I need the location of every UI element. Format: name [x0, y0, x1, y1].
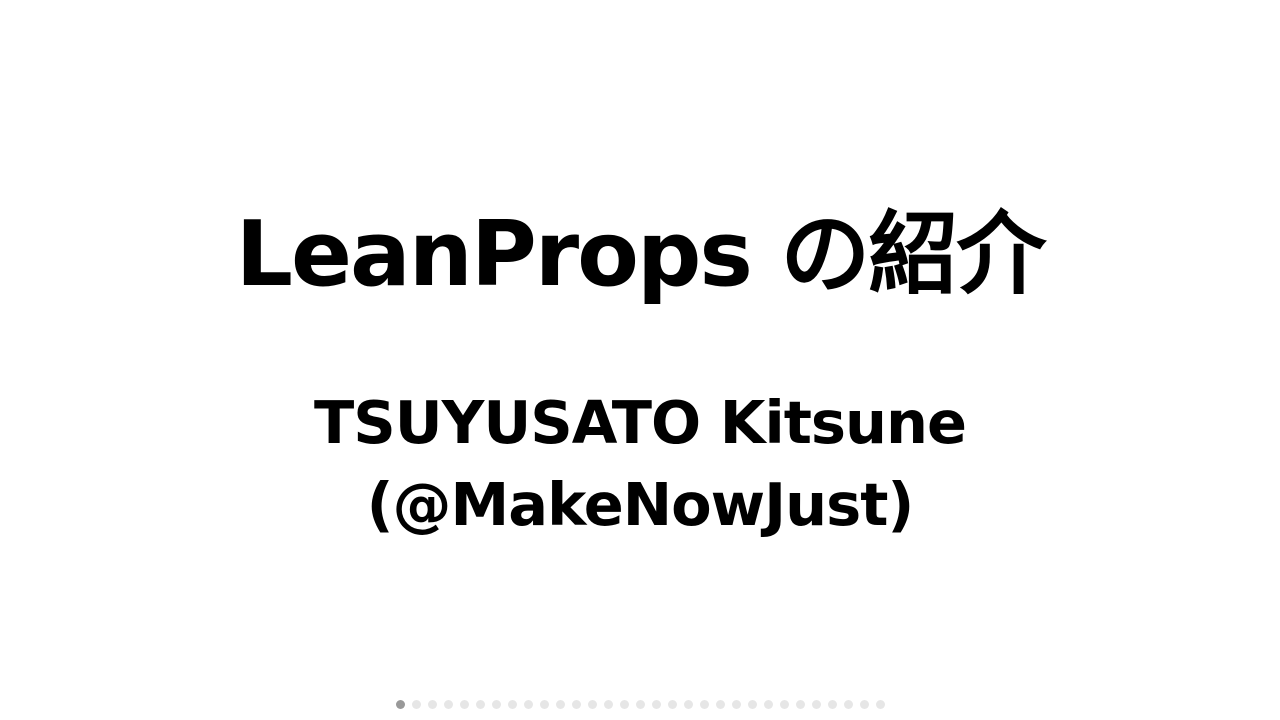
slide-dot[interactable] — [411, 699, 421, 709]
slide-dot[interactable] — [587, 699, 597, 709]
author-handle: (@MakeNowJust) — [366, 470, 915, 539]
slide-dot[interactable] — [635, 699, 645, 709]
slide-dot[interactable] — [843, 699, 853, 709]
slide-dot[interactable] — [571, 699, 581, 709]
slide-dot[interactable] — [459, 699, 469, 709]
slide-dot[interactable] — [651, 699, 661, 709]
author-block: TSUYUSATO Kitsune (@MakeNowJust) — [0, 382, 1280, 546]
slide-dot[interactable] — [603, 699, 613, 709]
slide-dot[interactable] — [475, 699, 485, 709]
slide-dot[interactable] — [779, 699, 789, 709]
slide-dot[interactable] — [491, 699, 501, 709]
slide-dot[interactable] — [667, 699, 677, 709]
slide-dot[interactable] — [715, 699, 725, 709]
slide-dot[interactable] — [795, 699, 805, 709]
slide-dot[interactable] — [427, 699, 437, 709]
slide-dot[interactable] — [523, 699, 533, 709]
slide-dot[interactable] — [507, 699, 517, 709]
slide-dot[interactable] — [811, 699, 821, 709]
slide-dot-current[interactable] — [395, 699, 405, 709]
slide-dot[interactable] — [859, 699, 869, 709]
slide-dot[interactable] — [875, 699, 885, 709]
slide-dot[interactable] — [539, 699, 549, 709]
slide-title: LeanProps の紹介 — [235, 202, 1047, 307]
slide-dot[interactable] — [699, 699, 709, 709]
slide: LeanProps の紹介 TSUYUSATO Kitsune (@MakeNo… — [0, 0, 1280, 720]
slide-dot[interactable] — [731, 699, 741, 709]
slide-dot[interactable] — [555, 699, 565, 709]
slide-dot[interactable] — [443, 699, 453, 709]
slide-dot[interactable] — [827, 699, 837, 709]
slide-dot[interactable] — [683, 699, 693, 709]
slide-dot[interactable] — [619, 699, 629, 709]
slide-dot[interactable] — [763, 699, 773, 709]
slide-indicator — [0, 698, 1280, 710]
slide-dot[interactable] — [747, 699, 757, 709]
author-name: TSUYUSATO Kitsune — [313, 388, 967, 457]
